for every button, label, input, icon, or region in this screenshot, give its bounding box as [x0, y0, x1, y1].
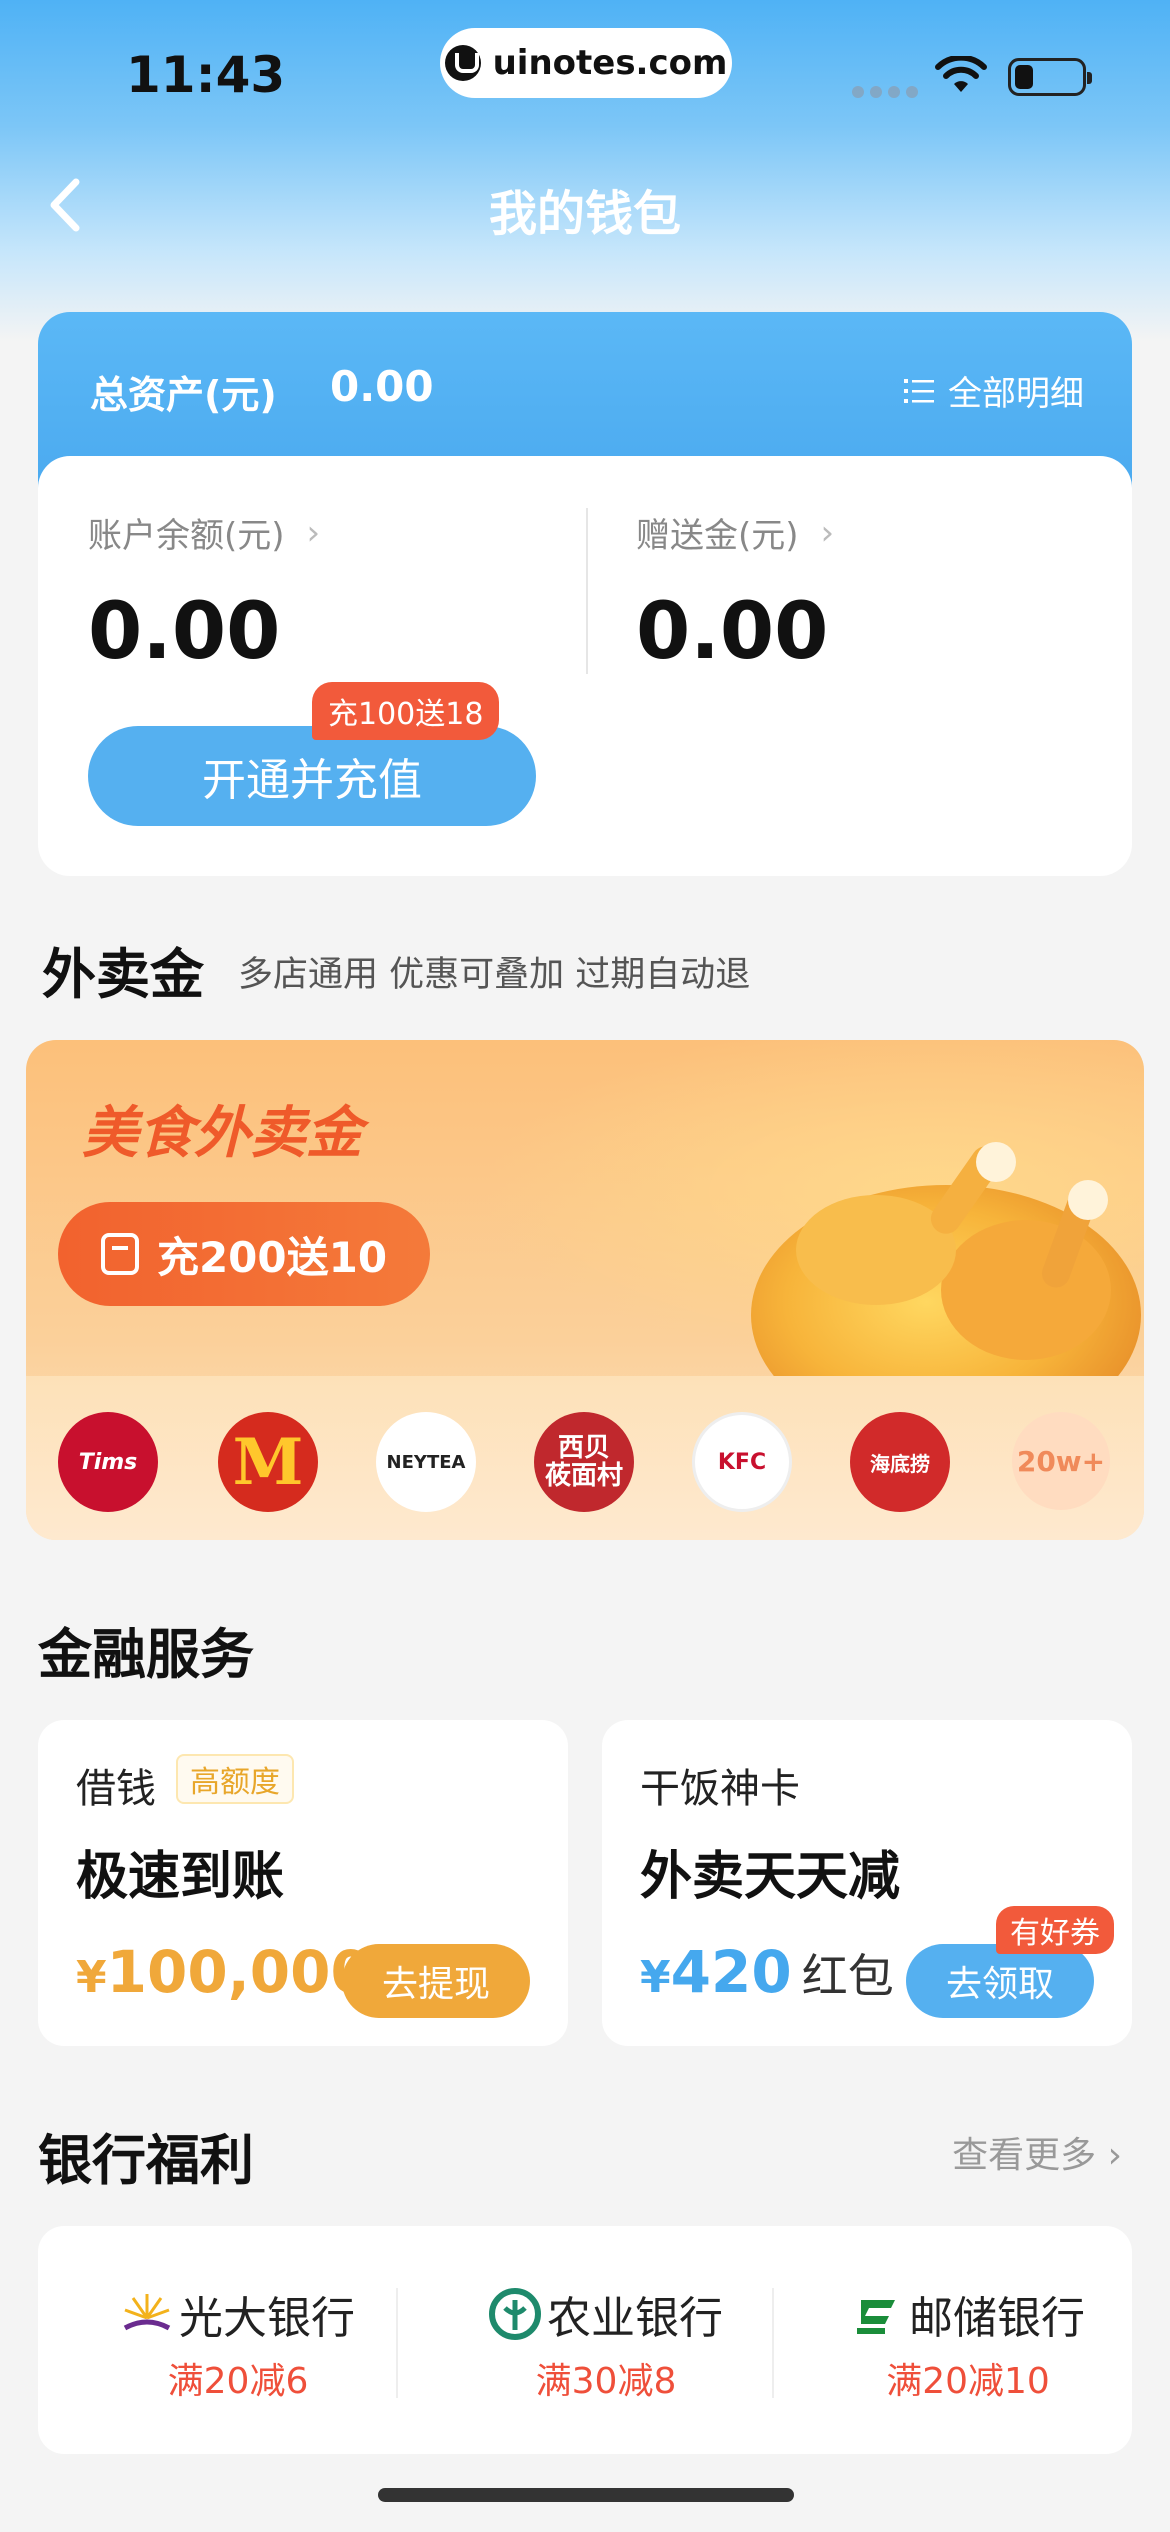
home-indicator[interactable]	[378, 2488, 794, 2502]
brand-logo-xibei[interactable]: 西贝 莜面村	[534, 1412, 634, 1512]
account-balance[interactable]: 账户余额(元) › 0.00	[88, 508, 321, 678]
account-balance-value: 0.00	[88, 587, 281, 677]
brand-logo-mcdonalds[interactable]: M	[218, 1412, 318, 1512]
loan-amount-value: 100,000	[106, 1938, 371, 2006]
abc-logo-icon	[489, 2288, 541, 2340]
gift-balance-value: 0.00	[636, 587, 829, 677]
gift-balance-label: 赠送金(元)	[636, 516, 799, 556]
bank-item-abc[interactable]: 农业银行 满30减8	[446, 2282, 766, 2404]
view-more-link[interactable]: 查看更多 ›	[952, 2126, 1122, 2178]
uinotes-logo-icon	[444, 45, 481, 81]
chevron-right-icon: ›	[306, 512, 321, 553]
battery-icon	[1008, 58, 1092, 96]
brand-logo-haidilao[interactable]: 海底捞	[850, 1412, 950, 1512]
psbc-logo-icon	[857, 2300, 895, 2334]
loan-headline: 极速到账	[76, 1847, 285, 1907]
divider	[586, 508, 588, 674]
red-packet-amount: ¥420 红包	[640, 1938, 894, 2006]
claim-button[interactable]: 去领取	[905, 1944, 1094, 2018]
all-details-label: 全部明细	[948, 374, 1084, 414]
recharge-promo-badge: 充100送18	[312, 682, 500, 740]
meal-card-headline: 外卖天天减	[640, 1847, 901, 1907]
takeout-recharge-button[interactable]: 充200送10	[58, 1202, 430, 1306]
coupon-badge: 有好券	[996, 1906, 1114, 1954]
status-bar: 11:43 uinotes.com	[0, 0, 1170, 140]
brand-logo-kfc[interactable]: KFC	[692, 1412, 792, 1512]
bank-offer-ceb: 满20减6	[167, 2361, 309, 2402]
chevron-right-icon: ›	[820, 512, 835, 553]
red-packet-unit: 红包	[801, 1949, 894, 2003]
total-assets-value: 0.00	[330, 362, 434, 411]
takeout-section-title: 外卖金	[42, 943, 204, 1006]
bank-name-abc: 农业银行	[547, 2293, 723, 2344]
takeout-gold-card[interactable]: 美食外卖金 充200送10 Tims M NEYTEA 西贝 莜面村 KFC 海…	[26, 1040, 1144, 1540]
bank-name-psbc: 邮储银行	[909, 2293, 1085, 2344]
status-time: 11:43	[126, 46, 286, 104]
list-icon	[904, 378, 934, 403]
total-assets-label: 总资产(元)	[90, 373, 277, 417]
takeout-card-title: 美食外卖金	[82, 1101, 362, 1166]
brand-logo-heytea[interactable]: NEYTEA	[376, 1412, 476, 1512]
withdraw-button[interactable]: 去提现	[341, 1944, 530, 2018]
balance-card: 账户余额(元) › 0.00 赠送金(元) › 0.00 开通并充值 充100送…	[38, 456, 1132, 876]
red-packet-value: 420	[670, 1938, 792, 2006]
takeout-section-subtitle: 多店通用 优惠可叠加 过期自动退	[238, 955, 751, 995]
high-limit-tag: 高额度	[176, 1754, 294, 1804]
url-pill: uinotes.com	[440, 28, 732, 98]
brand-strip: Tims M NEYTEA 西贝 莜面村 KFC 海底捞 20w+	[26, 1376, 1144, 1540]
divider	[772, 2288, 774, 2398]
bank-name-ceb: 光大银行	[179, 2293, 355, 2344]
page-title: 我的钱包	[488, 186, 681, 242]
currency-symbol: ¥	[76, 1952, 107, 2003]
currency-symbol: ¥	[640, 1952, 671, 2003]
all-details-link[interactable]: 全部明细	[904, 366, 1084, 415]
wifi-icon	[935, 56, 987, 92]
url-text: uinotes.com	[492, 43, 728, 83]
ceb-logo-icon	[123, 2294, 171, 2331]
gift-balance[interactable]: 赠送金(元) › 0.00	[636, 508, 835, 678]
bank-offer-psbc: 满20减10	[886, 2361, 1050, 2402]
bank-item-ceb[interactable]: 光大银行 满20减6	[78, 2282, 398, 2404]
account-balance-label: 账户余额(元)	[88, 516, 285, 556]
finance-section-title: 金融服务	[38, 1623, 254, 1686]
open-and-recharge-button[interactable]: 开通并充值	[88, 726, 536, 826]
loan-amount: ¥100,000	[76, 1938, 371, 2006]
loan-card[interactable]: 借钱 高额度 极速到账 ¥100,000 去提现	[38, 1720, 568, 2046]
brand-logo-tims[interactable]: Tims	[58, 1412, 158, 1512]
takeout-recharge-label: 充200送10	[156, 1232, 388, 1282]
more-brands[interactable]: 20w+	[1012, 1412, 1110, 1510]
bank-offer-abc: 满30减8	[535, 2361, 677, 2402]
bank-item-psbc[interactable]: 邮储银行 满20减10	[818, 2282, 1118, 2404]
divider	[396, 2288, 398, 2398]
bank-benefits-card: 光大银行 满20减6 农业银行 满30减8 邮储银行 满20减10	[38, 2226, 1132, 2454]
signal-icon	[852, 86, 918, 98]
card-icon	[100, 1233, 139, 1275]
loan-name: 借钱	[76, 1766, 156, 1812]
bank-section-title: 银行福利	[38, 2129, 254, 2192]
meal-card[interactable]: 干饭神卡 外卖天天减 ¥420 红包 去领取 有好券	[602, 1720, 1132, 2046]
meal-card-name: 干饭神卡	[640, 1766, 800, 1812]
